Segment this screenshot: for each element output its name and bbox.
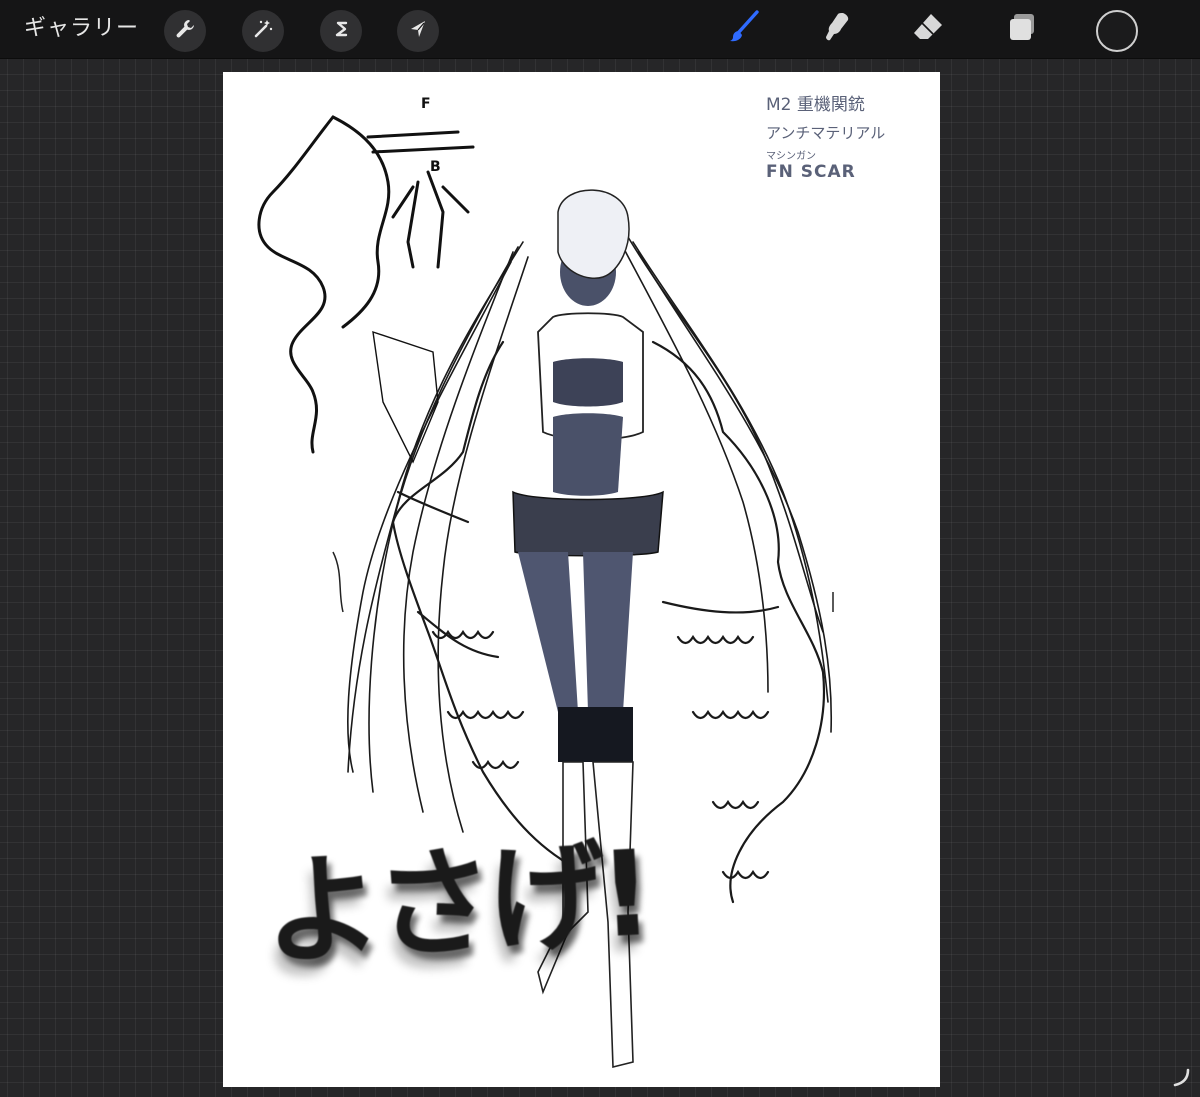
resize-handle-icon[interactable]: [1170, 1066, 1192, 1088]
actions-button[interactable]: [164, 10, 206, 52]
gallery-button[interactable]: ギャラリー: [24, 16, 139, 42]
smudge-tool-button[interactable]: [814, 8, 858, 50]
handwritten-caption: よさげ!: [260, 824, 651, 982]
sketch-label-back: B: [430, 159, 441, 175]
eraser-tool-button[interactable]: [906, 8, 950, 50]
layers-icon: [1005, 10, 1039, 48]
selection-button[interactable]: [320, 10, 362, 52]
drawing-canvas[interactable]: M2 重機関銃 アンチマテリアル マシンガン FN SCAR F B よさげ!: [223, 72, 940, 1087]
eraser-icon: [911, 10, 945, 48]
smudge-icon: [819, 10, 853, 48]
layers-button[interactable]: [1000, 8, 1044, 50]
brush-icon: [727, 10, 761, 48]
procreate-app: ギャラリー M2 重機関銃 アンチマテリアル マシンガン FN SCAR F B…: [0, 0, 1200, 1097]
magic-wand-icon: [252, 18, 274, 44]
top-toolbar: ギャラリー: [0, 0, 1200, 59]
note-fn-scar: FN SCAR: [766, 162, 856, 182]
adjustments-button[interactable]: [242, 10, 284, 52]
transform-arrow-icon: [407, 18, 429, 44]
note-m2: M2 重機関銃: [766, 95, 865, 115]
transform-button[interactable]: [397, 10, 439, 52]
sketch-label-front: F: [421, 96, 431, 112]
note-anti-materiel: アンチマテリアル: [766, 124, 886, 142]
brush-tool-button[interactable]: [722, 8, 766, 50]
color-picker-button[interactable]: [1096, 10, 1138, 52]
wrench-icon: [174, 18, 196, 44]
selection-s-icon: [330, 18, 352, 44]
note-machine-gun: マシンガン: [766, 151, 816, 162]
